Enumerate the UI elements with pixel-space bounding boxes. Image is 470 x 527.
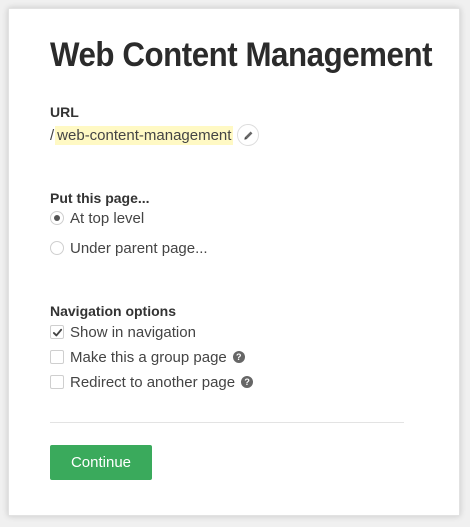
question-icon[interactable]: ?	[241, 376, 254, 388]
checkbox-checked[interactable]	[50, 325, 64, 339]
radio-button-selected[interactable]	[50, 211, 64, 225]
edit-url-button[interactable]	[237, 124, 260, 146]
placement-section-label: Put this page...	[50, 190, 150, 206]
show-in-navigation-label: Show in navigation	[70, 323, 196, 341]
url-slug[interactable]: web-content-management	[55, 125, 234, 145]
checkbox-redirect[interactable]: Redirect to another page ?	[50, 370, 254, 394]
navigation-section-label: Navigation options	[50, 303, 176, 319]
pencil-icon	[244, 131, 253, 140]
checkbox-group-page[interactable]: Make this a group page ?	[50, 345, 245, 369]
divider	[50, 422, 404, 423]
checkbox-show-in-navigation[interactable]: Show in navigation	[50, 320, 196, 344]
radio-under-parent-label: Under parent page...	[70, 239, 208, 257]
page-title: Web Content Management	[50, 36, 433, 74]
url-prefix: /	[50, 126, 55, 144]
page-settings-card	[8, 8, 460, 516]
checkbox[interactable]	[50, 375, 64, 389]
redirect-label: Redirect to another page	[70, 373, 236, 391]
url-row: / web-content-management	[50, 122, 260, 148]
checkmark-icon	[52, 328, 62, 336]
radio-top-level-label: At top level	[70, 209, 145, 227]
radio-button[interactable]	[50, 241, 64, 255]
checkbox[interactable]	[50, 350, 64, 364]
url-section-label: URL	[50, 104, 79, 120]
continue-button[interactable]: Continue	[50, 445, 152, 480]
radio-top-level[interactable]: At top level	[50, 205, 144, 231]
radio-under-parent[interactable]: Under parent page...	[50, 235, 208, 261]
question-icon[interactable]: ?	[232, 351, 245, 363]
group-page-label: Make this a group page	[70, 348, 227, 366]
